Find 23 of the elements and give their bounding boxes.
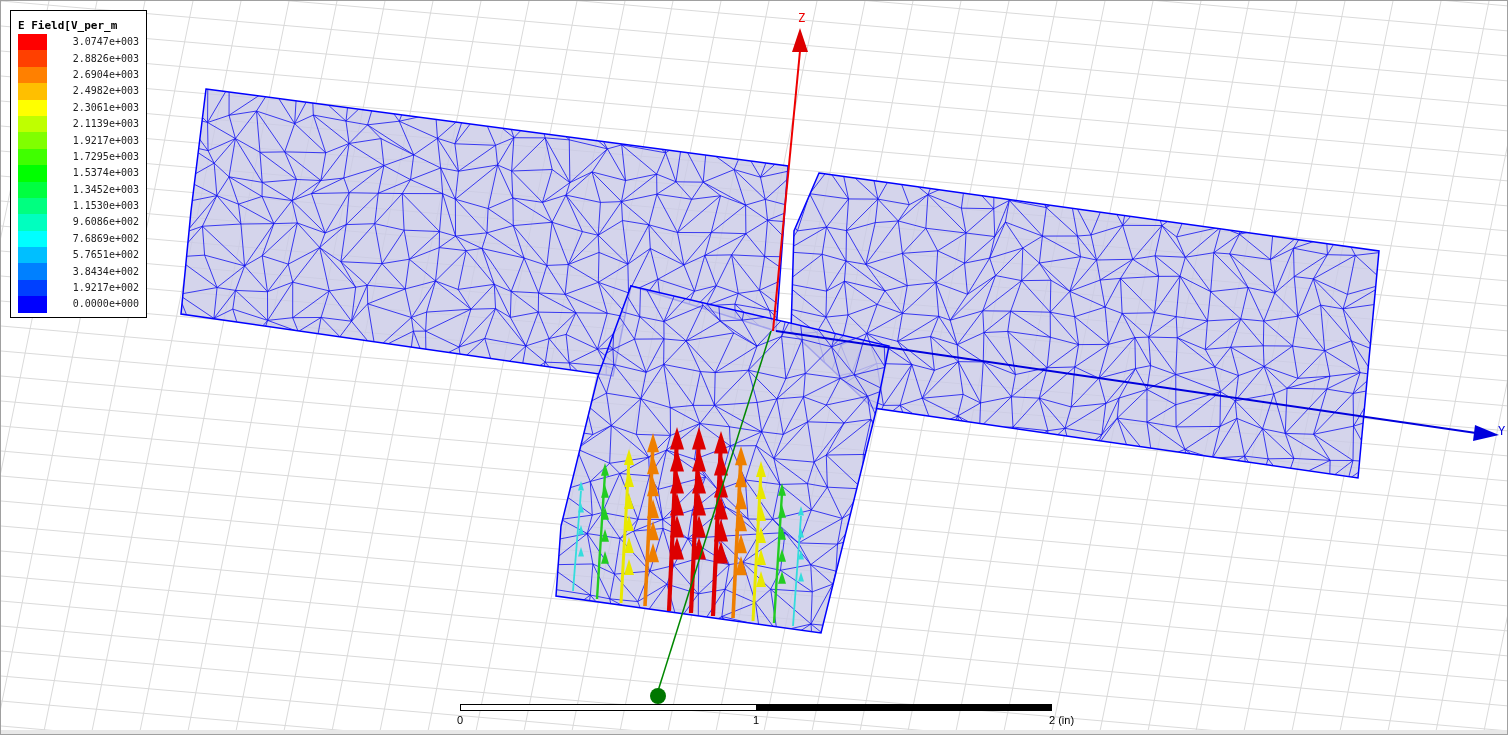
legend-value: 1.7295e+003 (72, 151, 139, 162)
z-axis-label: Z (798, 12, 806, 24)
legend-value: 0.0000e+000 (72, 299, 139, 310)
legend-value: 1.3452e+003 (72, 184, 139, 195)
legend-value: 9.6086e+002 (72, 217, 139, 228)
legend-value: 2.3061e+003 (72, 102, 139, 113)
legend-value: 1.1530e+003 (72, 201, 139, 212)
legend-value: 1.5374e+003 (72, 168, 139, 179)
scale-label: 1 (753, 715, 760, 726)
legend-value: 2.8826e+003 (72, 53, 139, 64)
legend-value: 7.6869e+002 (72, 233, 139, 244)
legend-title: E Field[V_per_m (18, 19, 119, 33)
scale-label: 0 (457, 715, 464, 726)
y-axis-label: Y (1498, 425, 1506, 437)
legend-value: 3.8434e+002 (72, 266, 139, 277)
legend-value: 5.7651e+002 (72, 250, 139, 261)
legend-value: 2.4982e+003 (72, 86, 139, 97)
legend-value: 1.9217e+002 (72, 283, 139, 294)
legend-value: 2.1139e+003 (72, 119, 139, 130)
legend-value: 1.9217e+003 (72, 135, 139, 146)
legend-value: 2.6904e+003 (72, 69, 139, 80)
scale-label: 2 (in) (1049, 715, 1075, 726)
legend-value: 3.0747e+003 (72, 37, 139, 48)
